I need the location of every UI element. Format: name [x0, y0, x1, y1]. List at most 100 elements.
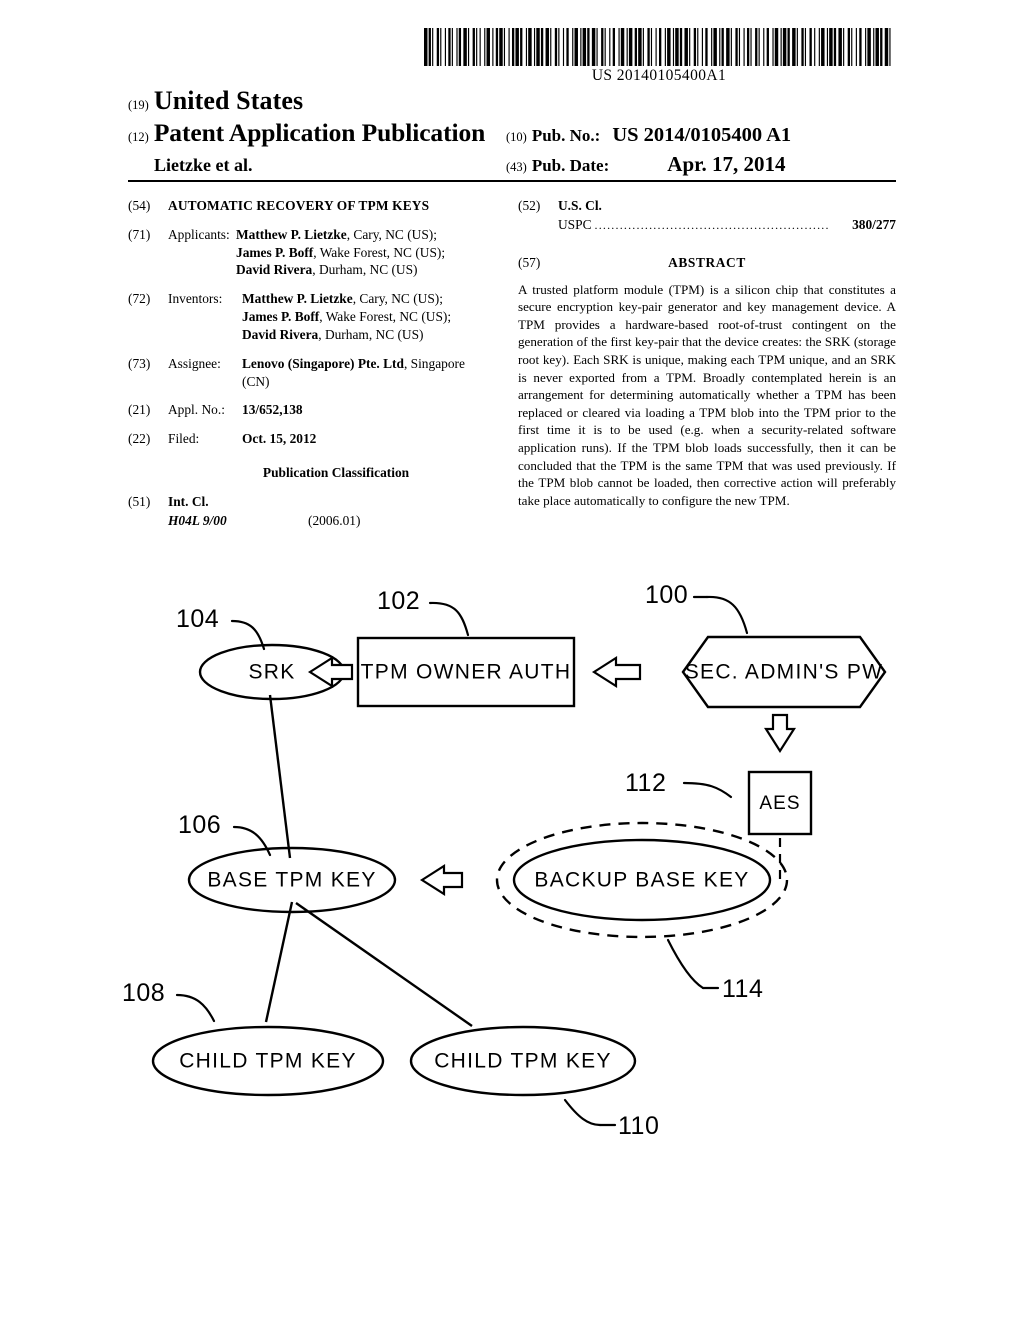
masthead: (19) United States (12) Patent Applicati… [128, 86, 896, 177]
uspc-leader-dots: ........................................… [594, 217, 830, 232]
aes-label: AES [759, 793, 800, 814]
applicants-label: Applicants: [168, 226, 230, 242]
pubno-code: (10) [506, 130, 527, 144]
abstract-heading: ABSTRACT [668, 254, 746, 270]
inventor-name: James P. Boff [242, 309, 320, 325]
inventor-entry: James P. Boff, Wake Forest, NC (US); [242, 308, 510, 326]
assignee-line1: Lenovo (Singapore) Pte. Ltd, Singapore [242, 355, 510, 373]
filed-label: Filed: [168, 431, 200, 447]
applno-value: 13/652,138 [242, 402, 303, 418]
pubdate-code: (43) [506, 160, 527, 174]
field-filed-date: (22) Filed: Oct. 15, 2012 [128, 430, 510, 448]
biblio-left-column: (54) AUTOMATIC RECOVERY OF TPM KEYS (71)… [128, 197, 510, 541]
intcl-body: Int. Cl. H04L 9/00 (2006.01) [168, 493, 510, 530]
barcode-number-text: US 20140105400A1 [591, 67, 727, 84]
assignee-label: Assignee: [168, 355, 221, 371]
inventors-list: Matthew P. Lietzke, Cary, NC (US); James… [242, 290, 510, 343]
filed-code: (22) [128, 431, 151, 447]
assignee-code: (73) [128, 355, 151, 371]
country-name: United States [153, 86, 304, 115]
publication-classification-heading: Publication Classification [262, 465, 410, 481]
doctype-name: Patent Application Publication [153, 118, 486, 147]
assignee-value: Lenovo (Singapore) Pte. Ltd, Singapore (… [242, 355, 510, 391]
base-tpm-key-label: BASE TPM KEY [207, 869, 376, 892]
applicant-name: Matthew P. Lietzke [236, 226, 347, 242]
uspc-row: USPC ...................................… [558, 216, 896, 234]
connector-srk-to-base [268, 694, 292, 859]
applno-label: Appl. No.: [168, 402, 225, 418]
backup-base-key-label: BACKUP BASE KEY [534, 869, 749, 892]
leader-line-102 [428, 601, 470, 637]
inventor-address: , Cary, NC (US); [352, 291, 443, 307]
leader-line-112 [682, 781, 733, 799]
inventor-address: , Durham, NC (US) [318, 326, 424, 342]
arrow-backup-to-base [419, 863, 464, 897]
figure-svg: 104 102 100 106 108 110 112 114 SEC. ADM… [122, 581, 887, 1140]
intcl-label: Int. Cl. [168, 493, 209, 509]
sec-admins-pw-label: SEC. ADMIN'S PW [685, 661, 884, 684]
publication-number-group: (10) Pub. No.: US 2014/0105400 A1 [506, 124, 896, 147]
applicant-address: , Cary, NC (US); [346, 226, 437, 242]
field-application-number: (21) Appl. No.: 13/652,138 [128, 401, 510, 419]
barcode-block: US 20140105400A1 [424, 28, 894, 84]
arrow-pw-to-aes [763, 713, 797, 754]
applno-code: (21) [128, 402, 151, 418]
ref-numeral-110: 110 [618, 1112, 659, 1140]
intcl-class: H04L 9/00 [168, 512, 227, 528]
inventors-code: (72) [128, 291, 151, 307]
leader-line-110 [563, 1098, 602, 1127]
ref-numeral-114: 114 [722, 975, 763, 1003]
ref-numeral-100: 100 [645, 581, 688, 609]
uscl-label: U.S. Cl. [558, 198, 602, 213]
ref-numeral-102: 102 [377, 587, 420, 615]
inventor-name: David Rivera [242, 326, 319, 342]
field-inventors: (72) Inventors: Matthew P. Lietzke, Cary… [128, 290, 510, 343]
uscl-code: (52) [518, 198, 541, 213]
doctype-left: (12) Patent Application Publication [128, 118, 485, 148]
figure-diagram: 104 102 100 106 108 110 112 114 SEC. ADM… [0, 555, 1024, 1175]
applicants-code: (71) [128, 226, 151, 242]
applicant-name: James P. Boff [236, 244, 314, 260]
child-tpm-key-right-label: CHILD TPM KEY [434, 1050, 612, 1073]
leader-line-114 [666, 938, 705, 990]
arrow-pw-to-owner-auth [591, 655, 642, 689]
ref-numeral-108: 108 [122, 979, 165, 1007]
biblio-right-column: (52) U.S. Cl. USPC .....................… [518, 197, 896, 510]
applicant-name: David Rivera [236, 262, 313, 278]
uscl-body: U.S. Cl. USPC ..........................… [558, 197, 896, 234]
pubdate-value: Apr. 17, 2014 [667, 152, 786, 176]
applicant-entry: Matthew P. Lietzke, Cary, NC (US); [236, 226, 510, 244]
abstract-text: A trusted platform module (TPM) is a sil… [518, 281, 896, 508]
ref-numeral-106: 106 [178, 811, 221, 839]
author-row: Lietzke et al. (43) Pub. Date: Apr. 17, … [128, 152, 896, 177]
applicant-address: , Wake Forest, NC (US); [313, 244, 446, 260]
leader-line-100 [705, 595, 749, 635]
pubdate-label: Pub. Date: [531, 156, 610, 175]
doctype-row: (12) Patent Application Publication (10)… [128, 118, 896, 148]
srk-label: SRK [248, 661, 295, 684]
inventors-label: Inventors: [168, 291, 223, 307]
field-international-class: (51) Int. Cl. H04L 9/00 (2006.01) [128, 493, 510, 530]
field-assignee: (73) Assignee: Lenovo (Singapore) Pte. L… [128, 355, 510, 391]
arrow-owner-auth-to-srk [307, 655, 354, 689]
assignee-name: Lenovo (Singapore) Pte. Ltd [242, 355, 404, 371]
masthead-divider [128, 180, 896, 182]
applicants-list: Matthew P. Lietzke, Cary, NC (US); James… [236, 226, 510, 279]
assignee-country: , Singapore [403, 355, 465, 371]
title-code: (54) [128, 198, 151, 213]
country-code: (19) [128, 98, 149, 112]
pubno-label: Pub. No.: [531, 126, 601, 145]
country-line: (19) United States [128, 86, 896, 116]
tpm-owner-auth-label: TPM OWNER AUTH [361, 661, 572, 684]
intcl-version: (2006.01) [308, 512, 361, 528]
filed-value: Oct. 15, 2012 [242, 431, 317, 447]
inventor-address: , Wake Forest, NC (US); [319, 309, 452, 325]
ref-numeral-112: 112 [625, 769, 666, 797]
intcl-row: H04L 9/00 (2006.01) [168, 512, 510, 530]
child-tpm-key-left-label: CHILD TPM KEY [179, 1050, 357, 1073]
field-us-classification: (52) U.S. Cl. USPC .....................… [518, 197, 896, 234]
uspc-value: 380/277 [852, 216, 896, 232]
inventor-name: Matthew P. Lietzke [242, 291, 353, 307]
assignee-line2: (CN) [242, 373, 270, 389]
publication-date-group: (43) Pub. Date: Apr. 17, 2014 [506, 152, 896, 177]
